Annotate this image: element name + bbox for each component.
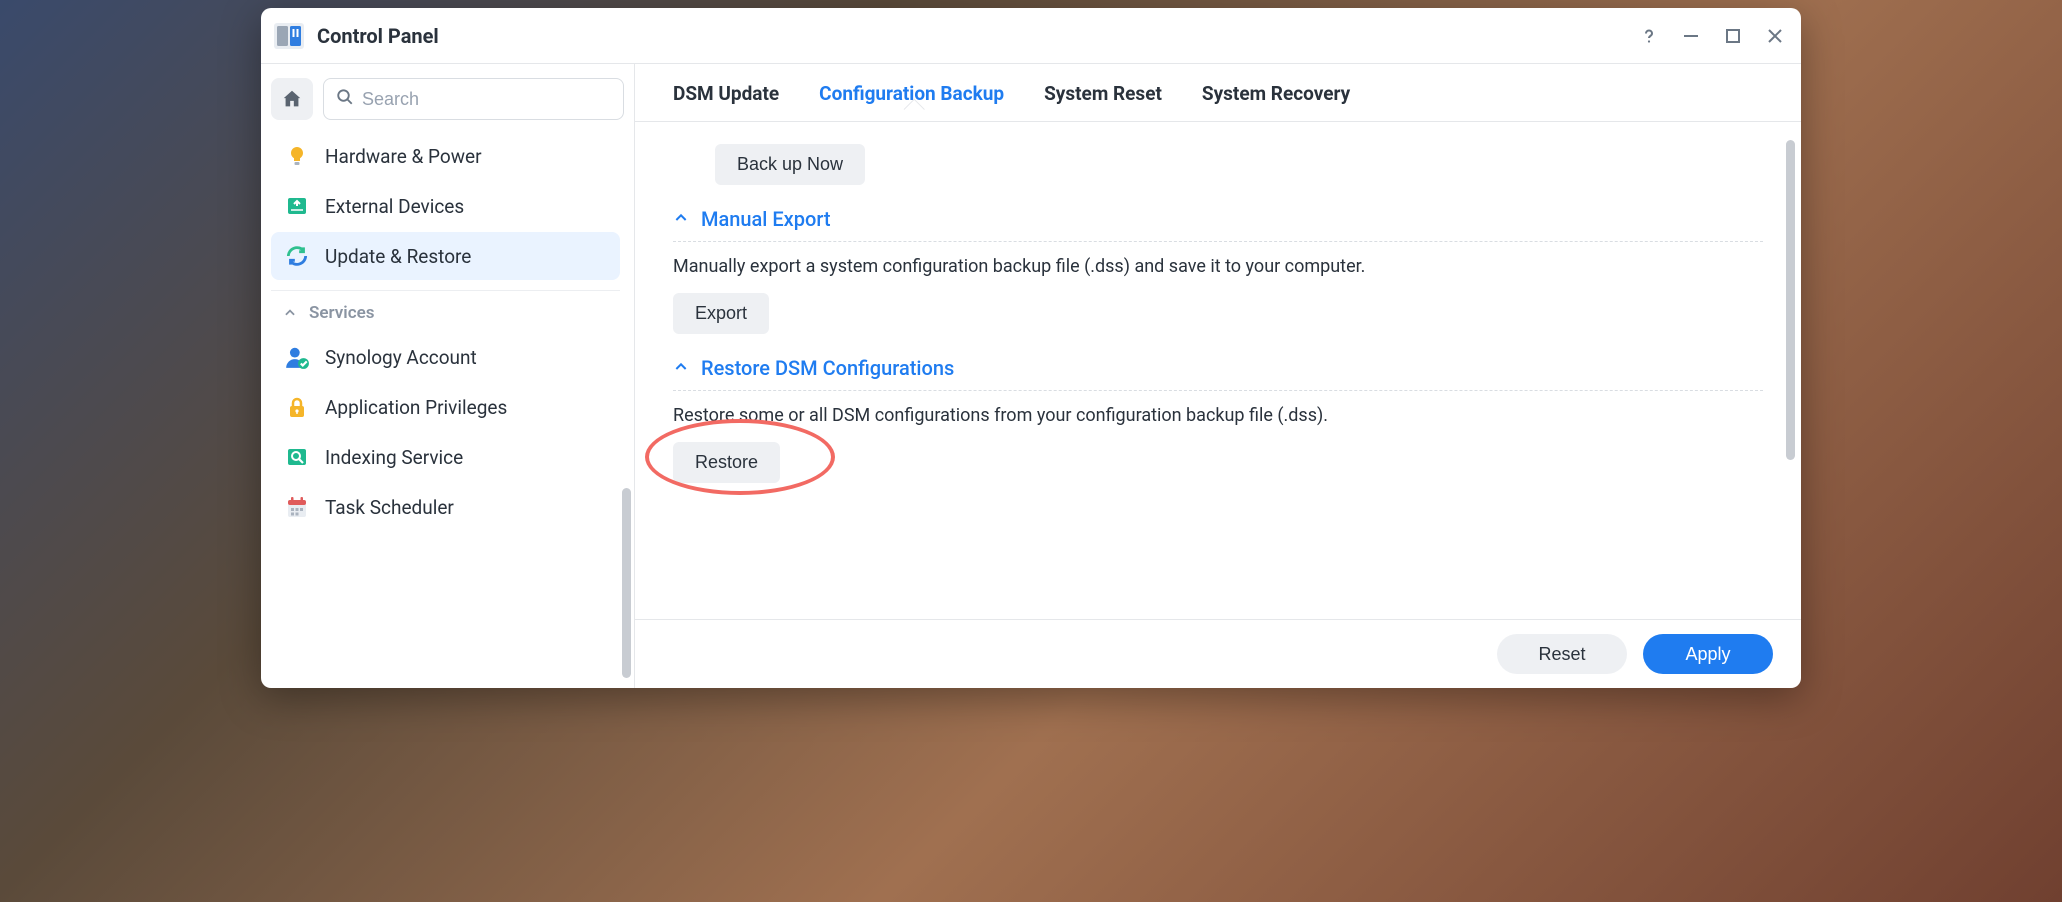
sidebar-item-external-devices[interactable]: External Devices (271, 182, 620, 230)
lock-icon (283, 393, 311, 421)
tab-system-recovery[interactable]: System Recovery (1202, 82, 1350, 121)
sidebar-item-indexing-service[interactable]: Indexing Service (271, 433, 620, 481)
window-title: Control Panel (317, 24, 1639, 48)
sidebar-item-label: Indexing Service (325, 446, 463, 469)
restore-button[interactable]: Restore (673, 442, 780, 483)
export-button[interactable]: Export (673, 293, 769, 334)
window-body: Hardware & Power External Devices (261, 64, 1801, 688)
app-icon (273, 20, 305, 52)
sidebar-list: Hardware & Power External Devices (271, 130, 624, 678)
section-restore: Restore DSM Configurations Restore some … (673, 356, 1763, 483)
lightbulb-icon (283, 142, 311, 170)
update-restore-icon (283, 242, 311, 270)
search-icon (336, 88, 354, 110)
chevron-up-icon (283, 305, 299, 321)
sidebar-item-label: Update & Restore (325, 245, 471, 268)
sidebar-section-services[interactable]: Services (271, 290, 620, 331)
sidebar-item-label: Hardware & Power (325, 145, 482, 168)
sidebar-item-application-privileges[interactable]: Application Privileges (271, 383, 620, 431)
section-title: Manual Export (701, 207, 831, 231)
section-header-manual-export[interactable]: Manual Export (673, 207, 1763, 242)
tab-dsm-update[interactable]: DSM Update (673, 82, 779, 121)
content-area: Back up Now Manual Export Manually expor… (635, 122, 1801, 619)
sidebar-item-task-scheduler[interactable]: Task Scheduler (271, 483, 620, 531)
tab-bar: DSM Update Configuration Backup System R… (635, 64, 1801, 122)
account-icon (283, 343, 311, 371)
minimize-button[interactable] (1681, 26, 1701, 46)
sidebar-item-label: Synology Account (325, 346, 477, 369)
section-header-restore[interactable]: Restore DSM Configurations (673, 356, 1763, 391)
sidebar-item-label: Task Scheduler (325, 496, 454, 519)
close-button[interactable] (1765, 26, 1785, 46)
content-scrollbar[interactable] (1786, 140, 1795, 460)
section-desc-restore: Restore some or all DSM configurations f… (673, 405, 1763, 426)
sidebar-item-update-restore[interactable]: Update & Restore (271, 232, 620, 280)
section-desc-manual-export: Manually export a system configuration b… (673, 256, 1763, 277)
reset-button[interactable]: Reset (1497, 634, 1627, 674)
section-manual-export: Manual Export Manually export a system c… (673, 207, 1763, 334)
main-panel: DSM Update Configuration Backup System R… (635, 64, 1801, 688)
footer: Reset Apply (635, 619, 1801, 688)
sidebar-scrollbar[interactable] (622, 488, 631, 678)
home-button[interactable] (271, 78, 313, 120)
apply-button[interactable]: Apply (1643, 634, 1773, 674)
chevron-up-icon (673, 207, 689, 231)
sidebar-section-label: Services (309, 303, 374, 323)
maximize-button[interactable] (1723, 26, 1743, 46)
backup-now-button[interactable]: Back up Now (715, 144, 865, 185)
tab-configuration-backup[interactable]: Configuration Backup (819, 82, 1004, 121)
control-panel-window: Control Panel (261, 8, 1801, 688)
external-drive-icon (283, 192, 311, 220)
tab-system-reset[interactable]: System Reset (1044, 82, 1162, 121)
sidebar: Hardware & Power External Devices (261, 64, 635, 688)
window-controls (1639, 26, 1785, 46)
sidebar-item-label: External Devices (325, 195, 464, 218)
indexing-icon (283, 443, 311, 471)
sidebar-item-label: Application Privileges (325, 396, 507, 419)
section-title: Restore DSM Configurations (701, 356, 954, 380)
chevron-up-icon (673, 356, 689, 380)
task-scheduler-icon (283, 493, 311, 521)
sidebar-item-hardware-power[interactable]: Hardware & Power (271, 132, 620, 180)
search-field[interactable] (323, 78, 624, 120)
search-input[interactable] (362, 89, 611, 110)
sidebar-item-synology-account[interactable]: Synology Account (271, 333, 620, 381)
help-button[interactable] (1639, 26, 1659, 46)
titlebar: Control Panel (261, 8, 1801, 64)
